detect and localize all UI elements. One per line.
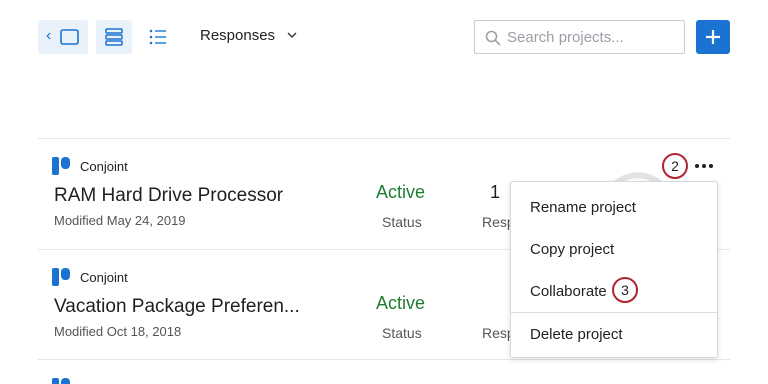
chevron-down-icon — [287, 32, 297, 38]
conjoint-icon — [52, 157, 70, 175]
card-view-icon — [105, 28, 123, 46]
menu-item-label: Rename project — [530, 199, 636, 216]
menu-item-delete[interactable]: Delete project — [511, 314, 717, 354]
list-view-icon — [149, 29, 166, 45]
conjoint-icon — [52, 378, 70, 384]
panel-icon — [60, 29, 79, 45]
conjoint-icon — [52, 268, 70, 286]
project-status: Active — [376, 293, 426, 313]
more-dot — [695, 164, 699, 168]
project-row[interactable] — [38, 362, 730, 384]
menu-item-label: Delete project — [530, 326, 623, 343]
plus-icon — [706, 30, 720, 44]
menu-item-copy[interactable]: Copy project — [511, 229, 717, 269]
menu-item-label: Collaborate — [530, 283, 607, 300]
card-view-button[interactable] — [96, 20, 132, 54]
project-name[interactable]: RAM Hard Drive Processor — [54, 185, 283, 207]
step-callout: 2 — [662, 153, 688, 179]
search-box[interactable] — [474, 20, 685, 54]
collapse-panel-button[interactable]: ‹ — [38, 20, 88, 54]
project-modified: Modified Oct 18, 2018 — [54, 324, 182, 339]
project-type: Conjoint — [80, 270, 128, 285]
status-label: Status — [382, 214, 422, 230]
responses-dropdown[interactable]: Responses — [200, 27, 297, 44]
status-label: Status — [382, 325, 422, 341]
menu-item-rename[interactable]: Rename project — [511, 187, 717, 227]
chevron-left-icon: ‹ — [46, 27, 52, 44]
project-actions-menu: Rename project Copy project Collaborate … — [510, 181, 718, 358]
search-input[interactable] — [507, 27, 677, 47]
responses-label: Responses — [200, 27, 276, 44]
project-type: Conjoint — [80, 159, 128, 174]
menu-item-label: Copy project — [530, 241, 615, 258]
more-options-button[interactable] — [692, 156, 720, 176]
add-project-button[interactable] — [696, 20, 730, 54]
list-view-button[interactable] — [140, 20, 176, 54]
responses-count: 1 — [490, 182, 501, 202]
menu-divider — [511, 312, 717, 313]
row-divider — [38, 138, 730, 139]
step-callout: 3 — [612, 277, 638, 303]
more-dot — [702, 164, 706, 168]
project-name[interactable]: Vacation Package Preferen... — [54, 296, 300, 318]
project-modified: Modified May 24, 2019 — [54, 213, 186, 228]
more-dot — [709, 164, 713, 168]
search-icon — [485, 30, 501, 46]
project-status: Active — [376, 182, 426, 202]
